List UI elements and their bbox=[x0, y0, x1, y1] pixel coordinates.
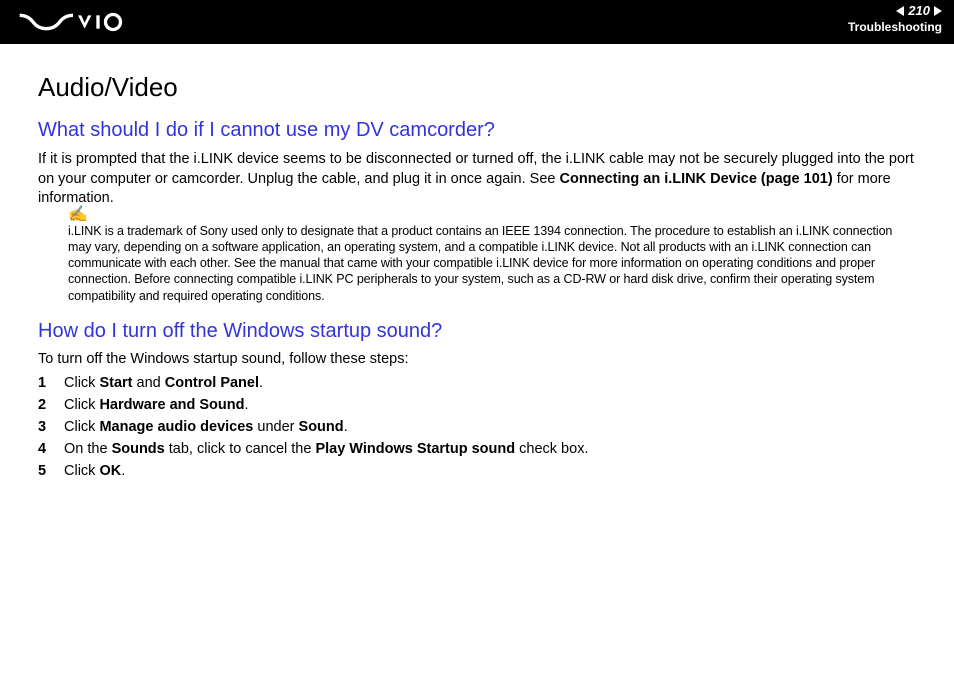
question-1-body: If it is prompted that the i.LINK device… bbox=[38, 150, 916, 209]
note-text: i.LINK is a trademark of Sony used only … bbox=[68, 223, 916, 304]
question-1-heading: What should I do if I cannot use my DV c… bbox=[38, 119, 916, 142]
step-4: On the Sounds tab, click to cancel the P… bbox=[38, 441, 916, 457]
step-3: Click Manage audio devices under Sound. bbox=[38, 419, 916, 435]
page-content: Audio/Video What should I do if I cannot… bbox=[0, 44, 954, 479]
step-1: Click Start and Control Panel. bbox=[38, 375, 916, 391]
note-block: ✍ i.LINK is a trademark of Sony used onl… bbox=[38, 221, 916, 304]
nav-next-icon[interactable] bbox=[934, 6, 942, 16]
section-label: Troubleshooting bbox=[848, 20, 942, 34]
question-2-heading: How do I turn off the Windows startup so… bbox=[38, 320, 916, 343]
page-nav: 210 Troubleshooting bbox=[848, 3, 942, 34]
q1-link-text[interactable]: Connecting an i.LINK Device (page 101) bbox=[560, 171, 833, 187]
vaio-logo-svg bbox=[18, 12, 135, 32]
vaio-logo bbox=[18, 12, 135, 32]
header-bar: 210 Troubleshooting bbox=[0, 0, 954, 44]
step-2: Click Hardware and Sound. bbox=[38, 397, 916, 413]
steps-list: Click Start and Control Panel. Click Har… bbox=[38, 375, 916, 479]
nav-prev-icon[interactable] bbox=[896, 6, 904, 16]
page-number: 210 bbox=[908, 3, 930, 18]
steps-intro: To turn off the Windows startup sound, f… bbox=[38, 351, 916, 367]
note-icon: ✍ bbox=[68, 207, 910, 223]
page-title: Audio/Video bbox=[38, 72, 916, 103]
step-5: Click OK. bbox=[38, 463, 916, 479]
